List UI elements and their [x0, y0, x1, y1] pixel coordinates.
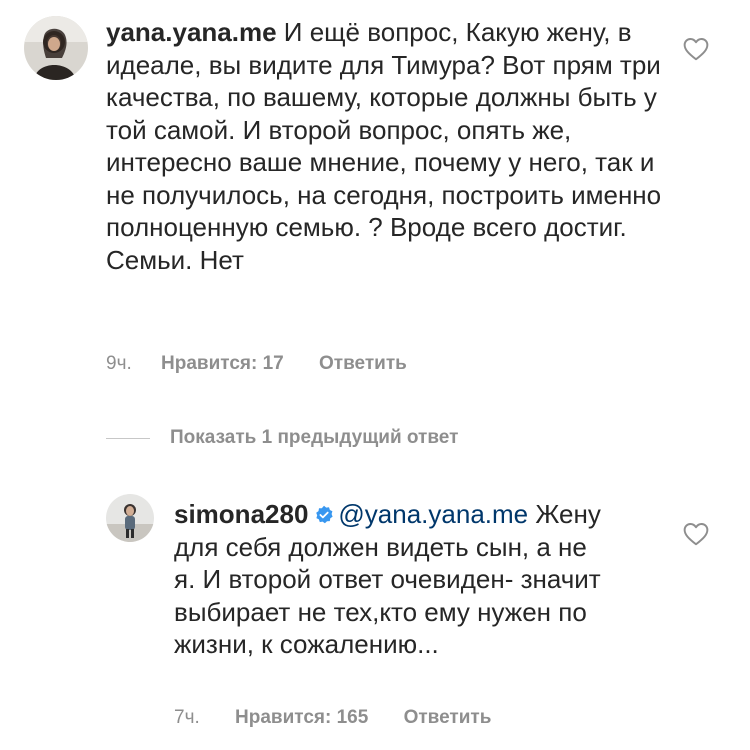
reply-button[interactable]: Ответить: [404, 707, 492, 729]
comment-time: 9ч.: [106, 353, 132, 374]
reply-likes[interactable]: Нравится: 165: [235, 707, 368, 729]
comment-meta: 9ч. Нравится: 17 Ответить: [106, 353, 407, 375]
comment-text: И ещё вопрос, Какую жену, в идеале, вы в…: [106, 17, 662, 275]
heart-icon[interactable]: [683, 522, 709, 546]
view-replies-button[interactable]: Показать 1 предыдущий ответ: [106, 426, 458, 450]
user-avatar[interactable]: [24, 16, 88, 80]
reply-button[interactable]: Ответить: [319, 353, 407, 375]
comment-username[interactable]: yana.yana.me: [106, 17, 277, 47]
user-avatar[interactable]: [106, 494, 154, 542]
heart-icon[interactable]: [683, 37, 709, 61]
view-replies-label: Показать 1 предыдущий ответ: [170, 427, 459, 448]
mention-link[interactable]: @yana.yana.me: [338, 499, 528, 529]
reply-text-block: simona280 @yana.yana.me Жену для себя до…: [174, 498, 614, 661]
comment-likes[interactable]: Нравится: 17: [161, 353, 284, 375]
divider-line: [106, 437, 150, 439]
comment-text-block: yana.yana.me И ещё вопрос, Какую жену, в…: [106, 16, 666, 276]
reply-time: 7ч.: [174, 707, 200, 728]
verified-badge-icon: [316, 505, 334, 524]
reply-meta: 7ч. Нравится: 165 Ответить: [174, 707, 491, 729]
reply-username[interactable]: simona280: [174, 499, 308, 529]
